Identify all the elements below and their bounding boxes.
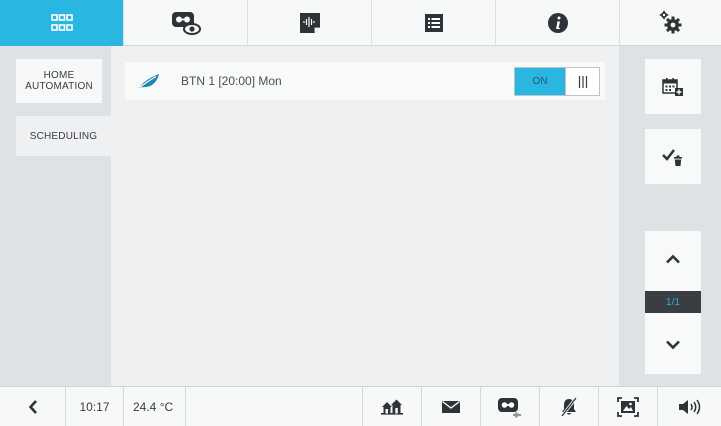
video-messages-button[interactable] <box>481 387 540 426</box>
calendar-add-icon <box>662 77 683 96</box>
houses-icon <box>381 399 403 415</box>
pager: 1/1 <box>645 231 701 374</box>
tab-audio-memo[interactable] <box>248 0 372 46</box>
scheduling-list: BTN 1 [20:00] Mon ON <box>111 46 619 386</box>
video-eye-icon <box>171 12 201 35</box>
confirm-delete-button[interactable] <box>645 129 701 184</box>
action-column: 1/1 <box>619 46 721 386</box>
messages-button[interactable] <box>422 387 481 426</box>
fullscreen-button[interactable] <box>599 387 658 426</box>
sidebar-item-scheduling[interactable]: SCHEDULING <box>16 116 111 156</box>
page-indicator: 1/1 <box>645 291 701 313</box>
video-message-icon <box>498 398 521 418</box>
toggle-on-segment: ON <box>515 68 565 95</box>
check-trash-icon <box>662 148 682 166</box>
settings-gears-icon <box>659 10 681 34</box>
page-up-button[interactable] <box>645 231 701 287</box>
tab-list[interactable] <box>372 0 496 46</box>
toggle-grip-icon <box>578 75 587 88</box>
list-item[interactable]: BTN 1 [20:00] Mon ON <box>125 62 605 100</box>
tab-settings[interactable] <box>620 0 721 46</box>
sidebar: HOME AUTOMATION SCHEDULING <box>0 46 111 386</box>
audio-memo-icon <box>299 13 320 33</box>
home-status-button[interactable] <box>363 387 422 426</box>
leaf-icon <box>139 74 159 88</box>
status-spacer <box>186 387 363 426</box>
tab-info[interactable] <box>496 0 620 46</box>
enable-toggle[interactable]: ON <box>514 67 600 96</box>
page-down-button[interactable] <box>645 317 701 373</box>
chevron-up-icon <box>666 254 680 264</box>
volume-button[interactable] <box>658 387 721 426</box>
sidebar-item-label: SCHEDULING <box>29 130 98 142</box>
envelope-icon <box>442 400 460 413</box>
toggle-off-segment <box>565 68 599 95</box>
back-button[interactable] <box>0 387 66 426</box>
chevron-down-icon <box>666 340 680 350</box>
clock-time: 10:17 <box>66 387 124 426</box>
schedule-label: BTN 1 [20:00] Mon <box>181 74 282 88</box>
sidebar-item-home-automation[interactable]: HOME AUTOMATION <box>16 59 102 103</box>
fullscreen-frame-icon <box>617 397 639 417</box>
tab-video-view[interactable] <box>124 0 248 46</box>
top-navigation-bar <box>0 0 721 46</box>
list-icon <box>424 14 443 32</box>
mute-ringer-button[interactable] <box>540 387 599 426</box>
status-bar: 10:17 24.4 °C <box>0 386 721 426</box>
chevron-left-icon <box>28 400 37 414</box>
grid-apps-icon <box>50 14 73 31</box>
temperature-readout: 24.4 °C <box>124 387 186 426</box>
sidebar-item-label: HOME AUTOMATION <box>25 70 93 92</box>
info-icon <box>547 13 568 33</box>
mute-bell-icon <box>560 397 578 417</box>
speaker-icon <box>678 399 700 415</box>
tab-home-grid[interactable] <box>0 0 124 46</box>
add-schedule-button[interactable] <box>645 59 701 114</box>
